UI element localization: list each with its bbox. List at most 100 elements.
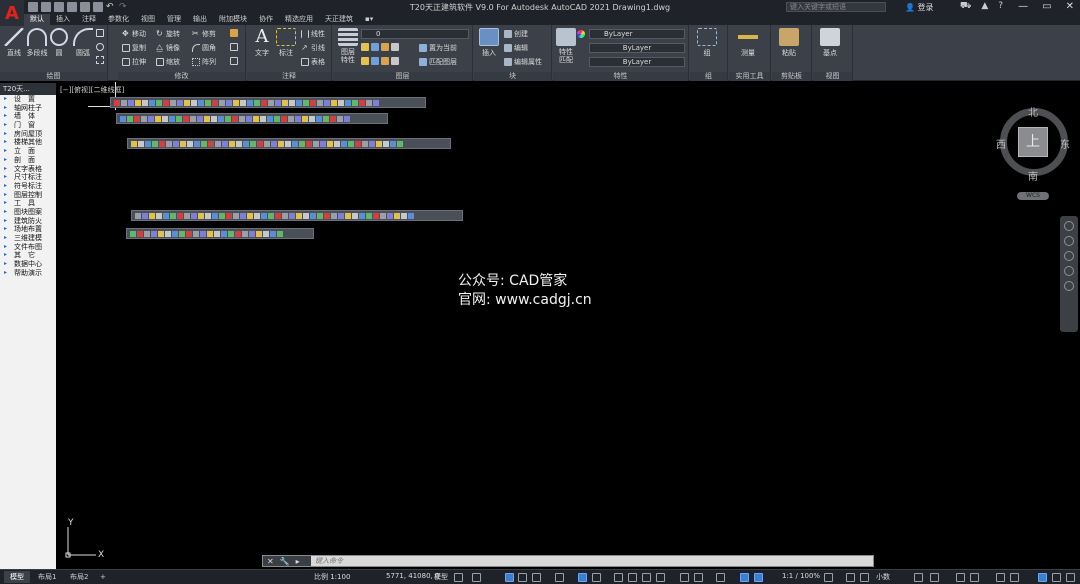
- block-panel-footer[interactable]: 块: [474, 72, 551, 81]
- toolbar-tool-icon[interactable]: [166, 140, 172, 147]
- close-button[interactable]: ✕: [1066, 1, 1074, 12]
- dimension-button[interactable]: 标注: [273, 28, 299, 58]
- leader-button[interactable]: ↗ 引线: [301, 43, 325, 53]
- toolbar-tool-icon[interactable]: [225, 115, 231, 122]
- toolbar-tool-icon[interactable]: [200, 230, 206, 237]
- layers-panel-footer[interactable]: 图层: [333, 72, 472, 81]
- toolbar-tool-icon[interactable]: [155, 115, 161, 122]
- auto-scale-icon[interactable]: [754, 573, 763, 582]
- toolbar-tool-icon[interactable]: [163, 212, 169, 219]
- move-button[interactable]: ✥ 移动: [122, 29, 146, 39]
- toolbar-tool-icon[interactable]: [260, 115, 266, 122]
- groups-panel-footer[interactable]: 组: [690, 72, 727, 81]
- pan-icon[interactable]: [1064, 236, 1074, 246]
- toolbar-tool-icon[interactable]: [233, 212, 239, 219]
- wrench-icon[interactable]: 🔧: [280, 557, 290, 566]
- tab-parametric[interactable]: 参数化: [102, 14, 135, 25]
- toolbar-tool-icon[interactable]: [296, 99, 302, 106]
- toolbar-tool-icon[interactable]: [141, 115, 147, 122]
- hatch-tool[interactable]: [96, 56, 104, 64]
- t20-item-blocks-patterns[interactable]: 图块图案: [0, 208, 56, 217]
- t20-item-symbols[interactable]: 符号标注: [0, 182, 56, 191]
- app-menu-button[interactable]: A: [0, 0, 24, 26]
- toolbar-tool-icon[interactable]: [261, 212, 267, 219]
- toolbar-tool-icon[interactable]: [242, 230, 248, 237]
- toolbar-tool-icon[interactable]: [352, 212, 358, 219]
- circle-button[interactable]: 圆: [46, 28, 72, 58]
- draw-panel-footer[interactable]: 绘图: [0, 72, 107, 81]
- login-button[interactable]: 👤 登录: [905, 2, 934, 13]
- toolbar-tool-icon[interactable]: [373, 99, 379, 106]
- fullscreen-icon[interactable]: [1066, 573, 1075, 582]
- lock-ui-icon[interactable]: [930, 573, 939, 582]
- create-block-button[interactable]: 创建: [504, 29, 528, 39]
- clean-screen-icon[interactable]: [996, 573, 1005, 582]
- annotation-monitor-icon[interactable]: [860, 573, 869, 582]
- t20-item-layer-control[interactable]: 图层控制: [0, 191, 56, 200]
- tab-manage[interactable]: 管理: [161, 14, 187, 25]
- t20-item-data-center[interactable]: 数据中心: [0, 260, 56, 269]
- paste-button[interactable]: 粘贴: [776, 28, 802, 58]
- toolbar-tool-icon[interactable]: [205, 99, 211, 106]
- toolbar-tool-icon[interactable]: [162, 115, 168, 122]
- hardware-acceleration-icon[interactable]: [1038, 573, 1047, 582]
- layer-tools-row-2[interactable]: [361, 57, 399, 65]
- toolbar-tool-icon[interactable]: [201, 140, 207, 147]
- toolbar-tool-icon[interactable]: [376, 140, 382, 147]
- rotate-button[interactable]: ↻ 旋转: [156, 29, 180, 39]
- toolbar-tool-icon[interactable]: [295, 115, 301, 122]
- units-readout[interactable]: 小数: [876, 572, 890, 582]
- toolbar-tool-icon[interactable]: [186, 230, 192, 237]
- restore-button[interactable]: ▭: [1042, 1, 1051, 12]
- toolbar-tool-icon[interactable]: [256, 230, 262, 237]
- toolbar-tool-icon[interactable]: [348, 140, 354, 147]
- toolbar-tool-icon[interactable]: [228, 230, 234, 237]
- isodraft-icon[interactable]: [555, 573, 564, 582]
- toolbar-tool-icon[interactable]: [176, 115, 182, 122]
- customization-icon[interactable]: [1010, 573, 1019, 582]
- toolbar-tool-icon[interactable]: [114, 99, 120, 106]
- toolbar-tool-icon[interactable]: [323, 115, 329, 122]
- t20-item-dimensions[interactable]: 尺寸标注: [0, 173, 56, 182]
- close-icon[interactable]: ✕: [267, 557, 274, 566]
- toolbar-tool-icon[interactable]: [180, 140, 186, 147]
- toolbar-tool-icon[interactable]: [158, 230, 164, 237]
- view-panel-footer[interactable]: 视图: [813, 72, 852, 81]
- measure-button[interactable]: 测量: [735, 28, 761, 58]
- transparency-icon[interactable]: [628, 573, 637, 582]
- toolbar-tool-icon[interactable]: [240, 99, 246, 106]
- dynamic-input-icon[interactable]: [505, 573, 514, 582]
- annotation-visibility-icon[interactable]: [740, 573, 749, 582]
- toolbar-tool-icon[interactable]: [310, 212, 316, 219]
- toolbar-tool-icon[interactable]: [380, 212, 386, 219]
- toolbar-tool-icon[interactable]: [359, 212, 365, 219]
- dynamic-ucs-icon[interactable]: [680, 573, 689, 582]
- toolbar-tool-icon[interactable]: [281, 115, 287, 122]
- layer-tools-row-1[interactable]: [361, 43, 399, 51]
- orbit-icon[interactable]: [1064, 266, 1074, 276]
- color-wheel-tool[interactable]: [577, 30, 585, 38]
- set-current-button[interactable]: 置为当前: [419, 43, 457, 53]
- toolbar-tool-icon[interactable]: [159, 140, 165, 147]
- toolbar-tool-icon[interactable]: [194, 140, 200, 147]
- toolbar-tool-icon[interactable]: [324, 99, 330, 106]
- toolbar-tool-icon[interactable]: [135, 212, 141, 219]
- tab-featured-apps[interactable]: 精选应用: [279, 14, 319, 25]
- toolbar-tool-icon[interactable]: [303, 212, 309, 219]
- tab-collaborate[interactable]: 协作: [253, 14, 279, 25]
- toolbar-tool-icon[interactable]: [254, 212, 260, 219]
- toolbar-tool-icon[interactable]: [338, 212, 344, 219]
- floating-toolbar-4[interactable]: [131, 210, 463, 221]
- showmotion-icon[interactable]: [1064, 281, 1074, 291]
- toolbar-tool-icon[interactable]: [236, 140, 242, 147]
- toolbar-tool-icon[interactable]: [198, 212, 204, 219]
- toolbar-tool-icon[interactable]: [232, 115, 238, 122]
- toolbar-tool-icon[interactable]: [144, 230, 150, 237]
- toolbar-tool-icon[interactable]: [306, 140, 312, 147]
- toolbar-tool-icon[interactable]: [184, 212, 190, 219]
- toolbar-tool-icon[interactable]: [278, 140, 284, 147]
- toolbar-tool-icon[interactable]: [373, 212, 379, 219]
- isolate-objects-icon[interactable]: [956, 573, 965, 582]
- toolbar-tool-icon[interactable]: [299, 140, 305, 147]
- toolbar-tool-icon[interactable]: [383, 140, 389, 147]
